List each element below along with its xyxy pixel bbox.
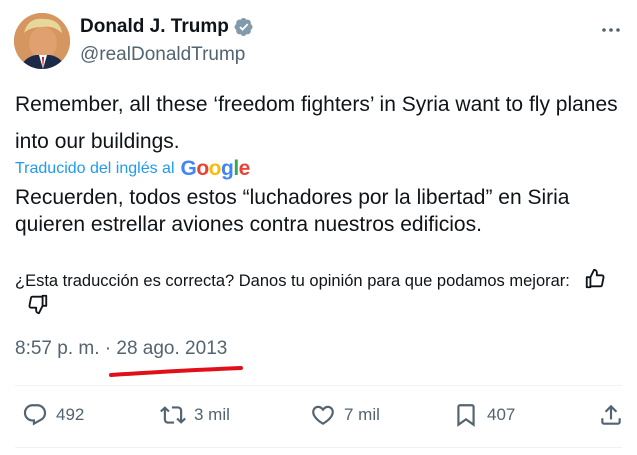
feedback-prompt: ¿Esta traducción es correcta? Danos tu o… bbox=[15, 272, 570, 290]
translated-by-link[interactable]: Traducido del inglés al Google bbox=[15, 157, 250, 181]
bookmark-button[interactable]: 407 bbox=[453, 398, 515, 432]
author-handle[interactable]: @realDonaldTrump bbox=[80, 44, 245, 66]
more-options-button[interactable] bbox=[599, 20, 623, 40]
tweet-text: Remember, all these ‘freedom fighters’ i… bbox=[15, 93, 618, 153]
bookmark-count: 407 bbox=[487, 405, 516, 424]
divider bbox=[15, 385, 622, 386]
tweet-timestamp[interactable]: 8:57 p. m. · 28 ago. 2013 bbox=[15, 338, 227, 360]
retweet-button[interactable]: 3 mil bbox=[160, 398, 230, 432]
share-button[interactable] bbox=[598, 398, 624, 432]
reply-button[interactable]: 492 bbox=[22, 398, 84, 432]
translation-feedback: ¿Esta traducción es correcta? Danos tu o… bbox=[15, 268, 625, 318]
divider bbox=[15, 447, 622, 448]
reply-count: 492 bbox=[56, 405, 85, 424]
translated-text: Recuerden, todos estos “luchadores por l… bbox=[15, 186, 570, 236]
bookmark-icon bbox=[457, 404, 475, 427]
like-button[interactable]: 7 mil bbox=[310, 398, 380, 432]
avatar-image bbox=[14, 13, 70, 69]
reply-icon bbox=[23, 404, 47, 426]
tweet-date: 28 ago. 2013 bbox=[116, 338, 228, 359]
like-count: 7 mil bbox=[344, 405, 380, 424]
retweet-count: 3 mil bbox=[194, 405, 230, 424]
verified-badge-icon bbox=[234, 17, 254, 37]
display-name[interactable]: Donald J. Trump bbox=[80, 16, 229, 38]
author-name-row: Donald J. Trump bbox=[80, 16, 254, 38]
timestamp-separator: · bbox=[104, 338, 112, 359]
retweet-icon bbox=[160, 406, 186, 424]
more-dots-icon bbox=[602, 28, 620, 32]
google-logo: Google bbox=[180, 157, 251, 180]
avatar[interactable] bbox=[14, 13, 70, 69]
thumbs-up-icon[interactable] bbox=[584, 268, 606, 290]
share-icon bbox=[601, 404, 621, 425]
tweet-card: Donald J. Trump @realDonaldTrump Remembe… bbox=[0, 0, 637, 455]
translated-by-label: Traducido del inglés al bbox=[15, 160, 175, 177]
heart-icon bbox=[312, 405, 334, 425]
thumbs-down-icon[interactable] bbox=[27, 293, 49, 315]
tweet-time: 8:57 p. m. bbox=[15, 338, 100, 359]
action-bar: 492 3 mil 7 mil 407 bbox=[0, 398, 637, 432]
